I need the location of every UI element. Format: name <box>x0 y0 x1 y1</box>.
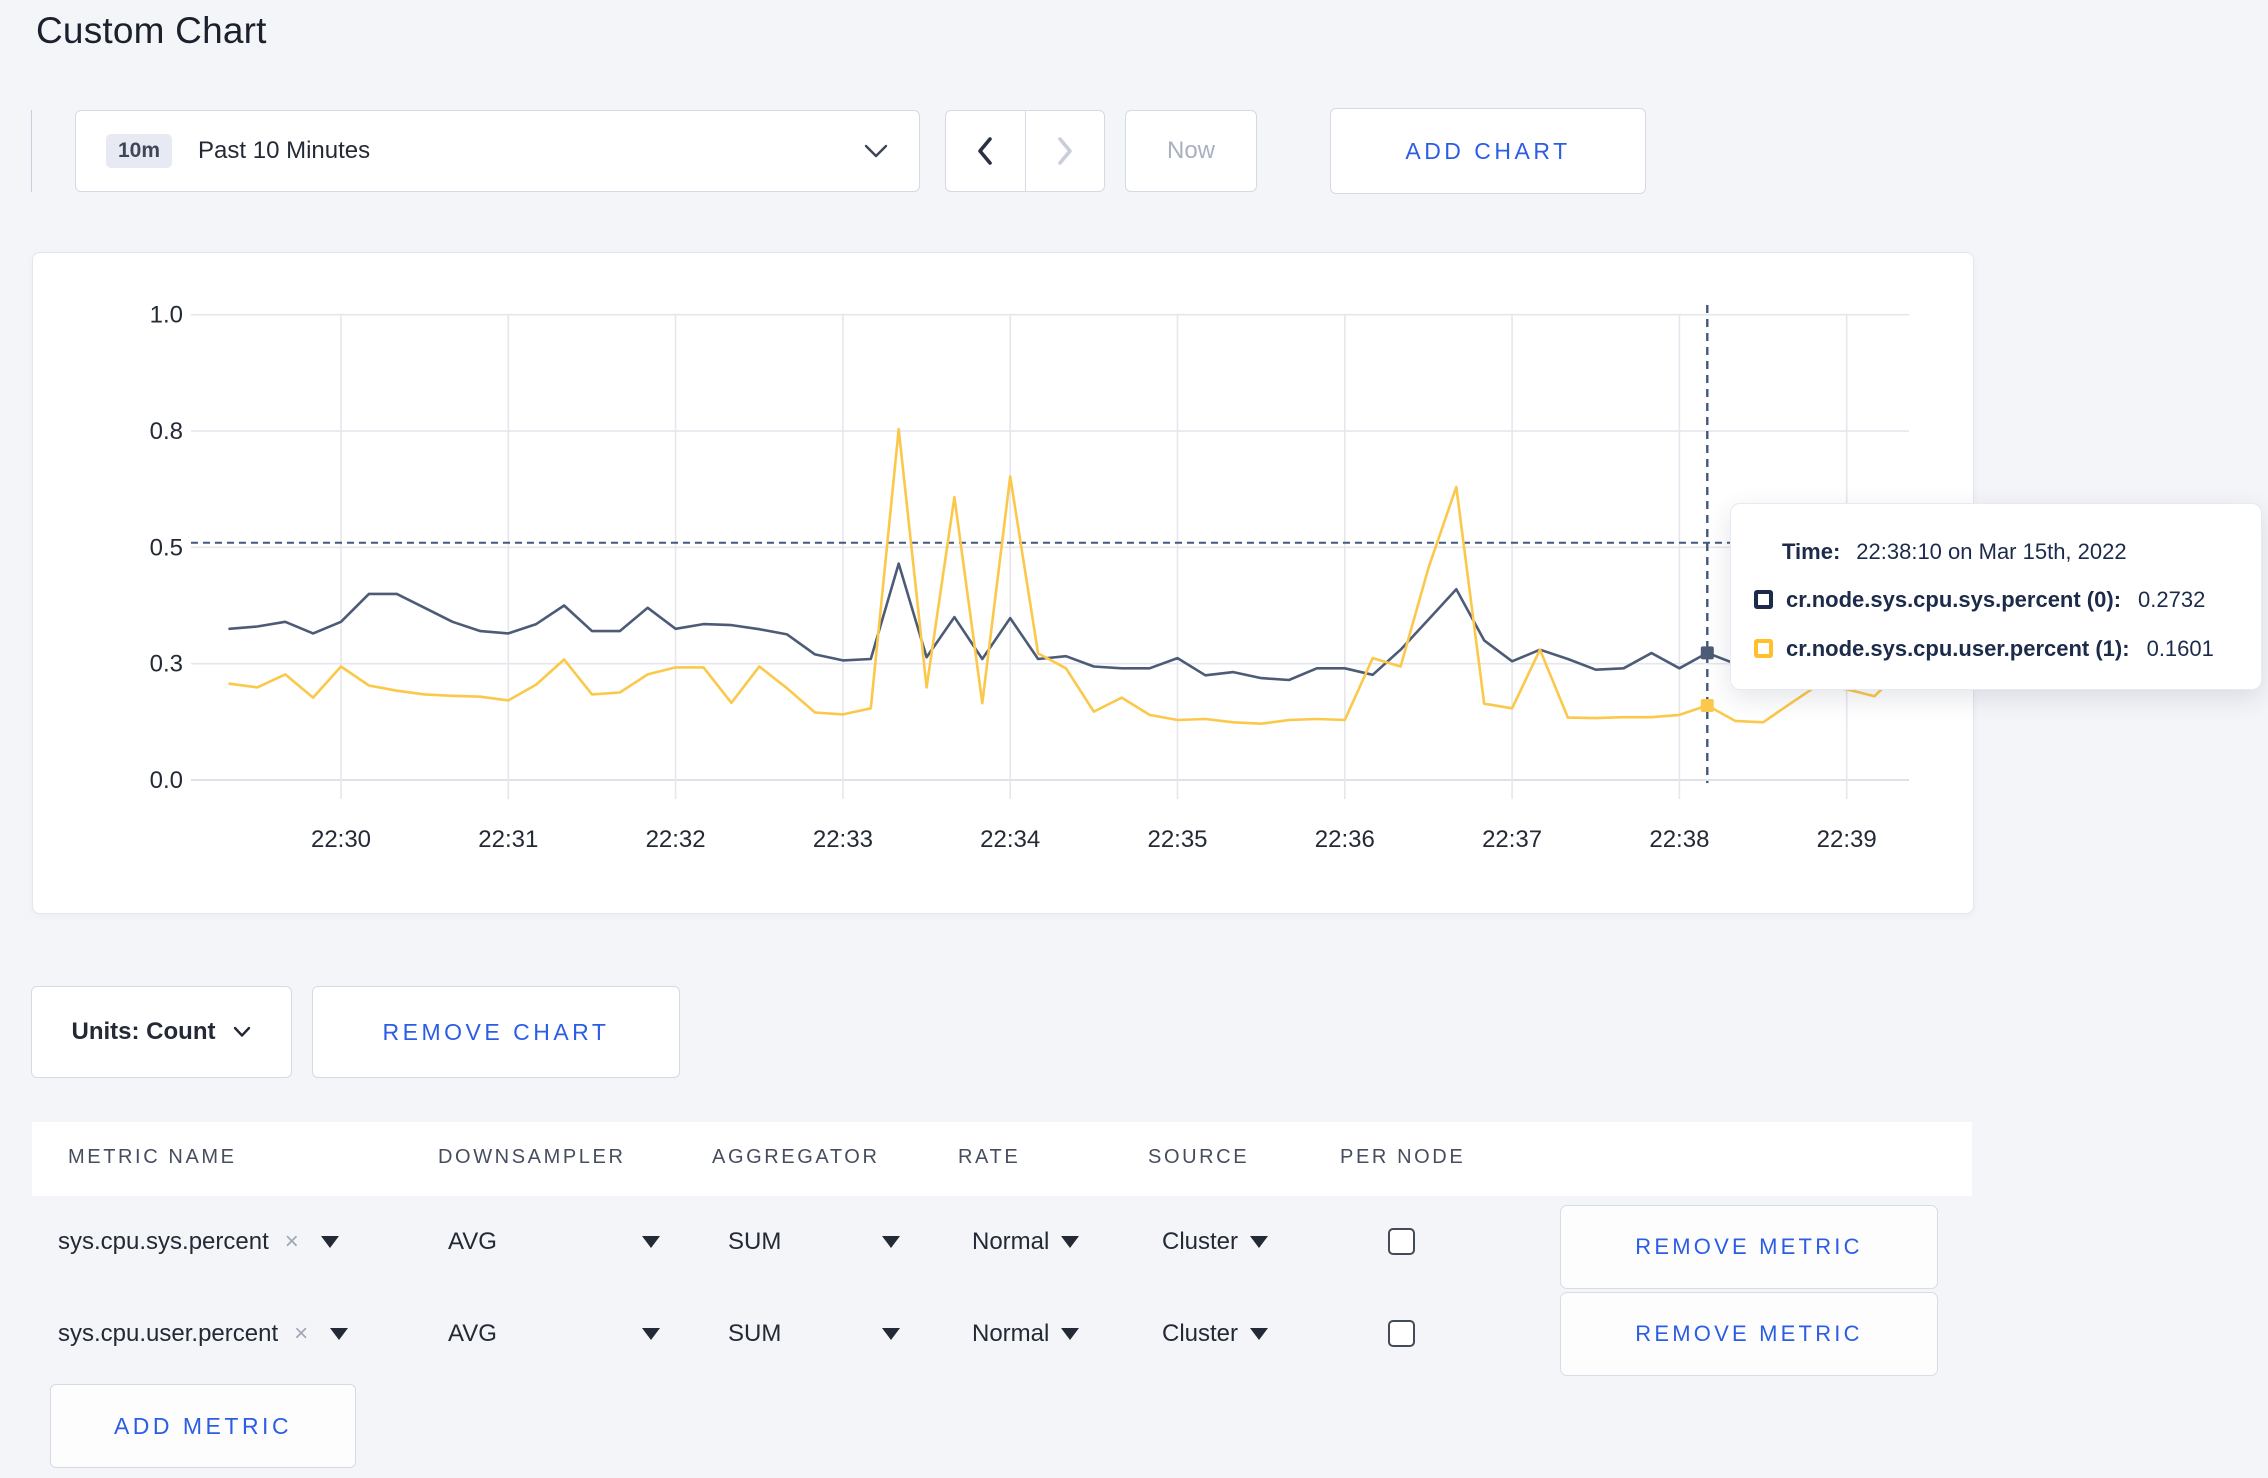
metric-name-value: sys.cpu.user.percent <box>58 1320 279 1347</box>
add-metric-button[interactable]: ADD METRIC <box>50 1384 356 1468</box>
tooltip-series-row: cr.node.sys.cpu.user.percent (1): 0.1601 <box>1754 624 2261 673</box>
column-header-aggregator: AGGREGATOR <box>712 1146 880 1168</box>
per-node-checkbox[interactable] <box>1388 1320 1415 1347</box>
next-range-button[interactable] <box>1026 111 1105 191</box>
tooltip-series-value: 0.1601 <box>2146 635 2214 661</box>
x-tick-label: 22:30 <box>311 826 371 853</box>
rate-value: Normal <box>972 1320 1050 1347</box>
x-tick-label: 22:33 <box>813 826 873 853</box>
chevron-left-icon <box>978 137 993 165</box>
remove-chart-button[interactable]: REMOVE CHART <box>312 986 680 1078</box>
now-button[interactable]: Now <box>1125 110 1257 192</box>
column-header-downsampler: DOWNSAMPLER <box>438 1146 626 1168</box>
tooltip-time-label: Time: <box>1782 539 1841 564</box>
time-range-badge: 10m <box>106 134 173 168</box>
source-value: Cluster <box>1162 1228 1239 1255</box>
y-tick-label: 0.3 <box>150 651 183 678</box>
dropdown-caret-icon[interactable] <box>882 1236 900 1248</box>
metric-name-select[interactable]: sys.cpu.sys.percent × <box>58 1196 339 1288</box>
clear-metric-icon[interactable]: × <box>285 1228 299 1256</box>
column-header-source: SOURCE <box>1148 1146 1250 1168</box>
series-line-sys <box>228 562 1904 682</box>
dropdown-caret-icon[interactable] <box>1250 1236 1269 1248</box>
time-range-label: Past 10 Minutes <box>198 137 371 164</box>
downsampler-select[interactable]: AVG <box>448 1288 660 1380</box>
column-header-rate: RATE <box>958 1146 1021 1168</box>
column-header-per-node: PER NODE <box>1340 1146 1466 1168</box>
dropdown-caret-icon[interactable] <box>1061 1328 1080 1340</box>
column-header-metric-name: METRIC NAME <box>68 1146 237 1168</box>
rate-value: Normal <box>972 1228 1050 1255</box>
dropdown-caret-icon[interactable] <box>642 1328 660 1340</box>
y-tick-label: 1.0 <box>150 302 183 329</box>
tooltip-series-swatch-icon <box>1754 590 1773 609</box>
downsampler-value: AVG <box>448 1320 497 1347</box>
dropdown-caret-icon[interactable] <box>642 1236 660 1248</box>
dropdown-caret-icon[interactable] <box>1250 1328 1269 1340</box>
x-tick-label: 22:31 <box>478 826 538 853</box>
units-label: Units: Count <box>71 1018 216 1045</box>
aggregator-value: SUM <box>728 1320 782 1347</box>
downsampler-select[interactable]: AVG <box>448 1196 660 1288</box>
tooltip-series-row: cr.node.sys.cpu.sys.percent (0): 0.2732 <box>1754 575 2261 624</box>
y-tick-label: 0.0 <box>150 767 183 794</box>
units-select[interactable]: Units: Count <box>31 986 292 1078</box>
dropdown-caret-icon[interactable] <box>882 1328 900 1340</box>
source-value: Cluster <box>1162 1320 1239 1347</box>
series-line-user <box>228 427 1904 726</box>
left-divider <box>31 110 32 192</box>
time-range-select[interactable]: 10m Past 10 Minutes <box>75 110 920 192</box>
y-tick-label: 0.8 <box>150 418 183 445</box>
remove-metric-button[interactable]: REMOVE METRIC <box>1560 1205 1938 1289</box>
x-tick-label: 22:38 <box>1649 826 1709 853</box>
metric-name-value: sys.cpu.sys.percent <box>58 1228 269 1255</box>
tooltip-time-value: 22:38:10 on Mar 15th, 2022 <box>1856 539 2127 564</box>
source-select[interactable]: Cluster <box>1162 1196 1269 1288</box>
chevron-right-icon <box>1057 137 1072 165</box>
rate-select[interactable]: Normal <box>972 1196 1080 1288</box>
x-tick-label: 22:37 <box>1482 826 1542 853</box>
x-tick-label: 22:35 <box>1147 826 1207 853</box>
x-tick-label: 22:36 <box>1315 826 1375 853</box>
aggregator-select[interactable]: SUM <box>728 1196 900 1288</box>
remove-metric-button[interactable]: REMOVE METRIC <box>1560 1292 1938 1376</box>
dropdown-caret-icon[interactable] <box>330 1328 349 1340</box>
cpu-usage-chart[interactable]: 0.0 0.3 0.5 0.8 1.0 22:30 22:31 22:32 22:33 22:34… <box>33 253 1971 911</box>
page-title: Custom Chart <box>36 10 267 51</box>
chart-card: 0.0 0.3 0.5 0.8 1.0 22:30 22:31 22:32 22:33 22:34… <box>32 252 1974 914</box>
x-tick-label: 22:32 <box>646 826 706 853</box>
metric-table-row: sys.cpu.user.percent × AVG SUM Normal Cluster… <box>0 1288 2268 1380</box>
metric-table-row: sys.cpu.sys.percent × AVG SUM Normal Cluster R… <box>0 1196 2268 1289</box>
x-tick-label: 22:34 <box>980 826 1040 853</box>
aggregator-value: SUM <box>728 1228 782 1255</box>
tooltip-series-label: cr.node.sys.cpu.sys.percent (0): <box>1786 586 2122 612</box>
downsampler-value: AVG <box>448 1228 497 1255</box>
time-range-pager <box>945 110 1105 192</box>
aggregator-select[interactable]: SUM <box>728 1288 900 1380</box>
source-select[interactable]: Cluster <box>1162 1288 1269 1380</box>
add-chart-button[interactable]: ADD CHART <box>1330 108 1646 194</box>
tooltip-series-label: cr.node.sys.cpu.user.percent (1): <box>1786 635 2130 661</box>
rate-select[interactable]: Normal <box>972 1288 1080 1380</box>
dropdown-caret-icon[interactable] <box>320 1236 339 1248</box>
hover-point-user <box>1700 699 1714 713</box>
metric-name-select[interactable]: sys.cpu.user.percent × <box>58 1288 349 1380</box>
chart-tooltip: Time: 22:38:10 on Mar 15th, 2022 cr.node… <box>1730 503 2262 690</box>
prev-range-button[interactable] <box>946 111 1025 191</box>
hover-point-sys <box>1700 646 1714 660</box>
chevron-down-icon <box>864 144 888 158</box>
x-tick-label: 22:39 <box>1817 826 1877 853</box>
clear-metric-icon[interactable]: × <box>294 1320 308 1348</box>
tooltip-time-row: Time: 22:38:10 on Mar 15th, 2022 <box>1782 529 2261 575</box>
tooltip-series-value: 0.2732 <box>2138 586 2206 612</box>
per-node-checkbox[interactable] <box>1388 1228 1415 1255</box>
y-tick-label: 0.5 <box>150 534 183 561</box>
tooltip-series-swatch-icon <box>1754 639 1773 658</box>
metrics-table-header: METRIC NAME DOWNSAMPLER AGGREGATOR RATE SOUR… <box>32 1122 1972 1196</box>
chevron-down-icon <box>234 1026 251 1037</box>
dropdown-caret-icon[interactable] <box>1061 1236 1080 1248</box>
